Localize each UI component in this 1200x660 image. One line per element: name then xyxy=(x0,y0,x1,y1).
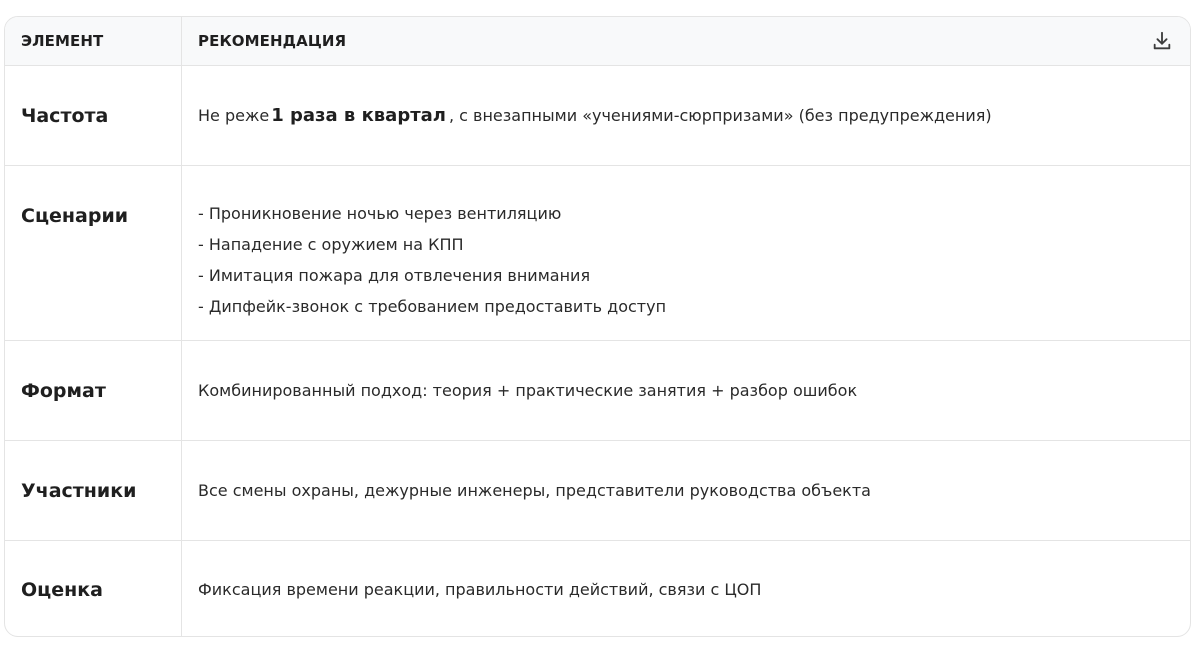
row-element-label: Участники xyxy=(21,479,137,502)
table-row: Частота Не реже 1 раза в квартал, с внеза… xyxy=(5,66,1190,166)
recommendations-table: ЭЛЕМЕНТ РЕКОМЕНДАЦИЯ Частота Не реже 1 ра… xyxy=(4,16,1191,637)
list-item: - Проникновение ночью через вентиляцию xyxy=(198,204,562,223)
row-recommendation-text: Фиксация времени реакции, правильности д… xyxy=(198,580,762,600)
row-element-cell: Сценарии xyxy=(5,166,182,340)
rec-prefix: Не реже xyxy=(198,105,270,125)
header-recommendation-label: РЕКОМЕНДАЦИЯ xyxy=(198,32,347,50)
row-recommendation-cell: Не реже 1 раза в квартал, с внезапными «у… xyxy=(182,66,1190,165)
row-recommendation-text: Все смены охраны, дежурные инженеры, пре… xyxy=(198,480,871,500)
table-row: Формат Комбинированный подход: теория + … xyxy=(5,341,1190,441)
header-element: ЭЛЕМЕНТ xyxy=(5,17,182,65)
header-recommendation: РЕКОМЕНДАЦИЯ xyxy=(182,17,1190,65)
row-element-cell: Формат xyxy=(5,341,182,440)
rec-suffix: , с внезапными «учениями-сюрпризами» (бе… xyxy=(448,105,992,125)
rec-emphasis: 1 раза в квартал xyxy=(271,104,446,126)
table-row: Сценарии - Проникновение ночью через вен… xyxy=(5,166,1190,341)
row-element-cell: Участники xyxy=(5,441,182,540)
table-header-row: ЭЛЕМЕНТ РЕКОМЕНДАЦИЯ xyxy=(5,17,1190,66)
row-recommendation-cell: Все смены охраны, дежурные инженеры, пре… xyxy=(182,441,1190,540)
row-element-label: Частота xyxy=(21,104,109,127)
row-element-cell: Оценка xyxy=(5,541,182,636)
row-element-label: Оценка xyxy=(21,579,103,601)
header-element-label: ЭЛЕМЕНТ xyxy=(21,32,104,50)
list-item: - Имитация пожара для отвлечения внимани… xyxy=(198,266,591,285)
table-row: Оценка Фиксация времени реакции, правиль… xyxy=(5,541,1190,636)
list-item: - Нападение с оружием на КПП xyxy=(198,235,464,254)
scenario-list: - Проникновение ночью через вентиляцию -… xyxy=(198,189,666,317)
row-recommendation-text: Комбинированный подход: теория + практич… xyxy=(198,380,858,400)
download-button[interactable] xyxy=(1150,29,1174,53)
row-recommendation-text: Не реже 1 раза в квартал, с внезапными «у… xyxy=(198,105,992,127)
row-recommendation-cell: Фиксация времени реакции, правильности д… xyxy=(182,541,1190,636)
list-item: - Дипфейк-звонок с требованием предостав… xyxy=(198,297,667,316)
row-element-cell: Частота xyxy=(5,66,182,165)
table-row: Участники Все смены охраны, дежурные инж… xyxy=(5,441,1190,541)
row-recommendation-cell: - Проникновение ночью через вентиляцию -… xyxy=(182,166,1190,340)
row-element-label: Сценарии xyxy=(21,205,129,227)
row-element-label: Формат xyxy=(21,379,106,402)
row-recommendation-cell: Комбинированный подход: теория + практич… xyxy=(182,341,1190,440)
download-icon xyxy=(1153,31,1171,50)
